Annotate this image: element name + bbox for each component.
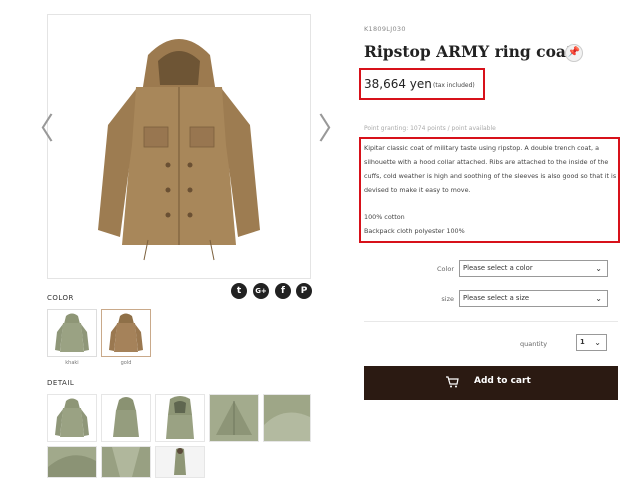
detail-thumbnail[interactable] [47, 446, 97, 478]
detail-thumbnail[interactable] [155, 394, 205, 442]
previous-image-arrow[interactable]: 〈 [24, 115, 54, 145]
points-info: Point granting: 1074 points / point avai… [364, 125, 496, 132]
chevron-down-icon: ⌄ [595, 264, 602, 273]
detail-thumbnail[interactable] [47, 394, 97, 442]
description-text: Kipitar classic coat of military taste u… [364, 144, 617, 194]
product-price: 38,664 yen [364, 77, 432, 91]
product-title: Ripstop ARMY ring coat [364, 42, 574, 61]
main-product-image[interactable] [47, 14, 311, 279]
quantity-select[interactable]: 1 ⌄ [576, 334, 607, 351]
swatch-caption-khaki: khaki [65, 360, 79, 366]
coat-image [98, 39, 260, 261]
quantity-value: 1 [580, 338, 585, 346]
detail-section-label: DETAIL [47, 379, 75, 387]
next-image-arrow[interactable]: 〉 [318, 115, 348, 145]
chevron-down-icon: ⌄ [595, 294, 602, 303]
product-sku: K1809LJ030 [364, 25, 406, 33]
cart-icon [446, 376, 459, 388]
khaki-coat-thumbnail [55, 313, 89, 352]
detail-thumbnail[interactable] [263, 394, 311, 442]
quantity-label: quantity [520, 340, 548, 348]
tax-note: (tax included) [433, 82, 475, 89]
twitter-share-icon[interactable]: t [231, 283, 247, 299]
detail-thumbnail[interactable] [101, 394, 151, 442]
color-section-label: COLOR [47, 294, 74, 302]
size-select-label: size [441, 295, 454, 303]
pinterest-share-icon[interactable]: P [296, 283, 312, 299]
color-swatch-gold[interactable] [101, 309, 151, 357]
pin-icon[interactable]: 📌 [565, 44, 583, 62]
chevron-down-icon: ⌄ [594, 338, 601, 347]
detail-thumbnail[interactable] [155, 446, 205, 478]
color-swatch-khaki[interactable] [47, 309, 97, 357]
divider [364, 321, 618, 322]
product-description: Kipitar classic coat of military taste u… [364, 141, 618, 238]
color-select[interactable]: Please select a color ⌄ [459, 260, 608, 277]
material-line-2: Backpack cloth polyester 100% [364, 227, 465, 235]
color-select-value: Please select a color [463, 264, 533, 272]
size-select-value: Please select a size [463, 294, 530, 302]
material-line-1: 100% cotton [364, 213, 405, 221]
color-select-label: Color [437, 265, 454, 273]
facebook-share-icon[interactable]: f [275, 283, 291, 299]
add-to-cart-button[interactable]: Add to cart [364, 366, 618, 400]
gold-coat-thumbnail [109, 313, 143, 352]
size-select[interactable]: Please select a size ⌄ [459, 290, 608, 307]
detail-thumbnail[interactable] [209, 394, 259, 442]
detail-thumbnail[interactable] [101, 446, 151, 478]
google-plus-share-icon[interactable]: G+ [253, 283, 269, 299]
swatch-caption-gold: gold [120, 360, 132, 366]
add-to-cart-label: Add to cart [474, 376, 531, 386]
